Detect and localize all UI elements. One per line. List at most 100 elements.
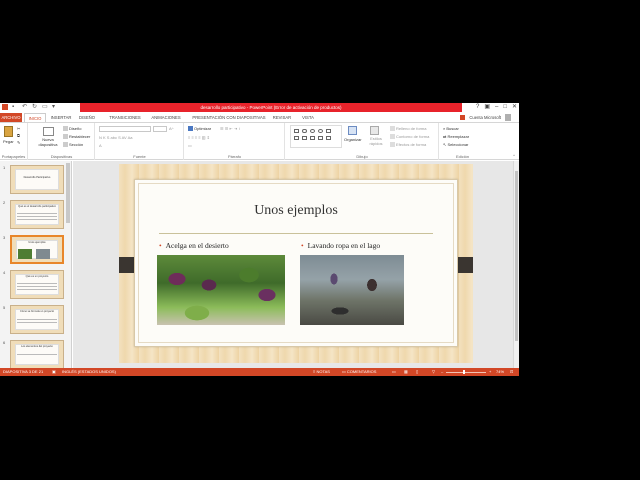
tab-animaciones[interactable]: ANIMACIONES xyxy=(148,113,184,122)
bullet-left[interactable]: • Acelga en el desierto xyxy=(159,241,229,250)
list-icons[interactable]: ☰ ☰ ⇤ ⇥ ↕ xyxy=(220,126,240,131)
oval-shape-icon[interactable] xyxy=(310,129,315,133)
slide-thumbnail-4[interactable]: Qué es un proyecto xyxy=(10,270,64,299)
help-icon[interactable]: ? xyxy=(476,104,479,110)
arrange-icon[interactable] xyxy=(348,126,357,135)
rectangle-shape-icon[interactable] xyxy=(294,129,299,133)
star-shape-icon[interactable] xyxy=(310,136,315,140)
select-button[interactable]: ↖ Seleccionar xyxy=(443,142,468,147)
grow-font-icon[interactable]: A^ xyxy=(169,126,174,131)
zoom-out-icon[interactable]: – xyxy=(441,368,443,376)
spellcheck-icon[interactable]: ▣ xyxy=(52,368,56,376)
scrollbar-thumb[interactable] xyxy=(515,171,518,341)
reset-label: Restablecer xyxy=(69,134,91,139)
hexagon-shape-icon[interactable] xyxy=(326,129,331,133)
customize-qat-icon[interactable]: ▾ xyxy=(52,104,58,110)
tab-revisar[interactable]: REVISAR xyxy=(270,113,294,122)
text-direction-icon[interactable]: ▭ xyxy=(188,143,192,148)
font-size-select[interactable] xyxy=(153,126,167,132)
slideshow-view-icon[interactable]: ▽ xyxy=(432,368,435,376)
current-slide[interactable]: Unos ejemplos • Acelga en el desierto • La… xyxy=(119,164,473,363)
thumbnails-scrollbar[interactable] xyxy=(66,163,70,223)
reading-view-icon[interactable]: ▯ xyxy=(416,368,418,376)
redo-icon[interactable]: ↻ xyxy=(32,104,38,110)
chard-photo[interactable] xyxy=(157,255,285,325)
editing-group: ⌕ Buscar ⇄ Reemplazar ↖ Seleccionar Edic… xyxy=(440,123,485,160)
shape-fill-button[interactable]: Relleno de forma xyxy=(390,126,426,132)
font-color-icon[interactable]: A xyxy=(99,143,102,148)
callout-shape-icon[interactable] xyxy=(326,136,331,140)
zoom-slider-knob[interactable] xyxy=(463,370,465,374)
circle-shape-icon[interactable] xyxy=(318,129,323,133)
washing-clothes-photo[interactable] xyxy=(300,255,404,325)
avatar xyxy=(505,114,511,121)
font-format-icons[interactable]: N K S abc S AV Aa xyxy=(99,135,133,140)
save-icon[interactable]: ▪ xyxy=(12,104,18,110)
slide-thumbnail-2[interactable]: Qué es el desarrollo participativo xyxy=(10,200,64,229)
comments-button[interactable]: ▭ COMENTARIOS xyxy=(342,368,376,376)
thumb-title: Qué es un proyecto xyxy=(25,275,49,278)
paragraph-group-label: Párrafo xyxy=(227,154,242,159)
thumb-title: Los elementos del proyecto xyxy=(21,345,53,348)
slide-thumbnail-3[interactable]: Unos ejemplos xyxy=(10,235,64,264)
slide-thumbnail-6[interactable]: Los elementos del proyecto xyxy=(10,340,64,368)
close-icon[interactable]: ✕ xyxy=(512,104,517,110)
fit-slide-icon[interactable]: ⊡ xyxy=(510,368,513,376)
copy-icon[interactable]: ⧉ xyxy=(17,133,20,138)
triangle-shape-icon[interactable] xyxy=(294,136,299,140)
font-name-select[interactable] xyxy=(99,126,151,132)
minimize-icon[interactable]: – xyxy=(495,104,498,110)
undo-icon[interactable]: ↶ xyxy=(22,104,28,110)
shape-outline-button[interactable]: Contorno de forma xyxy=(390,134,429,140)
editor-scrollbar[interactable] xyxy=(513,161,519,368)
normal-view-icon[interactable]: ▭ xyxy=(392,368,396,376)
slide-thumbnail-5[interactable]: Cómo se formula un proyecto xyxy=(10,305,64,334)
arrange-button[interactable]: Organizar xyxy=(344,137,362,142)
shape-effects-button[interactable]: Efectos de forma xyxy=(390,142,426,148)
tab-vista[interactable]: VISTA xyxy=(298,113,318,122)
section-button[interactable]: Sección xyxy=(63,142,83,148)
tab-presentacion[interactable]: PRESENTACIÓN CON DIAPOSITIVAS xyxy=(190,113,268,122)
cut-icon[interactable]: ✂ xyxy=(17,126,20,131)
tab-diseno[interactable]: DISEÑO xyxy=(76,113,98,122)
layout-button[interactable]: Diseño xyxy=(63,126,81,132)
tab-inicio[interactable]: INICIO xyxy=(24,113,46,122)
line-shape-icon[interactable] xyxy=(318,136,323,140)
rounded-rect-shape-icon[interactable] xyxy=(302,129,307,133)
align-icons[interactable]: ≡ ≡ ≡ ≡ ▥ ⇕ xyxy=(188,135,210,140)
quick-styles-icon[interactable] xyxy=(370,126,379,135)
optimize-label: Optimizar xyxy=(194,126,212,131)
optimize-button[interactable]: Optimizar xyxy=(188,126,212,132)
start-presentation-icon[interactable]: ▭ xyxy=(42,104,48,110)
language-status[interactable]: INGLÉS (ESTADOS UNIDOS) xyxy=(62,368,116,376)
paste-button[interactable]: Pegar xyxy=(3,139,14,144)
slide-thumbnail-1[interactable]: Desarrollo Participativo xyxy=(10,165,64,194)
shapes-gallery[interactable] xyxy=(290,125,342,148)
ribbon-display-icon[interactable]: ▣ xyxy=(484,104,490,110)
tab-archivo[interactable]: ARCHIVO xyxy=(0,113,22,122)
title-rule xyxy=(159,233,433,234)
zoom-level[interactable]: 74% xyxy=(496,368,504,376)
maximize-icon[interactable]: □ xyxy=(503,104,507,110)
collapse-ribbon-icon[interactable]: ^ xyxy=(513,153,515,158)
new-slide-button[interactable]: Nueva diapositiva xyxy=(35,137,61,147)
tab-transiciones[interactable]: TRANSICIONES xyxy=(104,113,146,122)
slide-title[interactable]: Unos ejemplos xyxy=(135,203,457,219)
zoom-slider[interactable] xyxy=(446,371,486,373)
find-button[interactable]: ⌕ Buscar xyxy=(443,126,459,131)
paste-icon[interactable] xyxy=(4,126,13,137)
arrow-shape-icon[interactable] xyxy=(302,136,307,140)
replace-button[interactable]: ⇄ Reemplazar xyxy=(443,134,469,139)
tab-insertar[interactable]: INSERTAR xyxy=(48,113,74,122)
bullet-right[interactable]: • Lavando ropa en el lago xyxy=(301,241,380,250)
slide-sorter-icon[interactable]: ▦ xyxy=(404,368,408,376)
quick-styles-button[interactable]: Estilos rápidos xyxy=(366,136,386,146)
notes-button[interactable]: ≡ NOTAS xyxy=(313,368,330,376)
thumb-line xyxy=(17,322,57,323)
replace-icon: ⇄ xyxy=(443,134,447,139)
zoom-in-icon[interactable]: + xyxy=(489,368,491,376)
new-slide-icon[interactable] xyxy=(43,127,54,136)
account-area[interactable]: Cuenta Microsoft xyxy=(460,114,511,121)
reset-button[interactable]: Restablecer xyxy=(63,134,91,140)
format-painter-icon[interactable]: ✎ xyxy=(17,140,20,145)
